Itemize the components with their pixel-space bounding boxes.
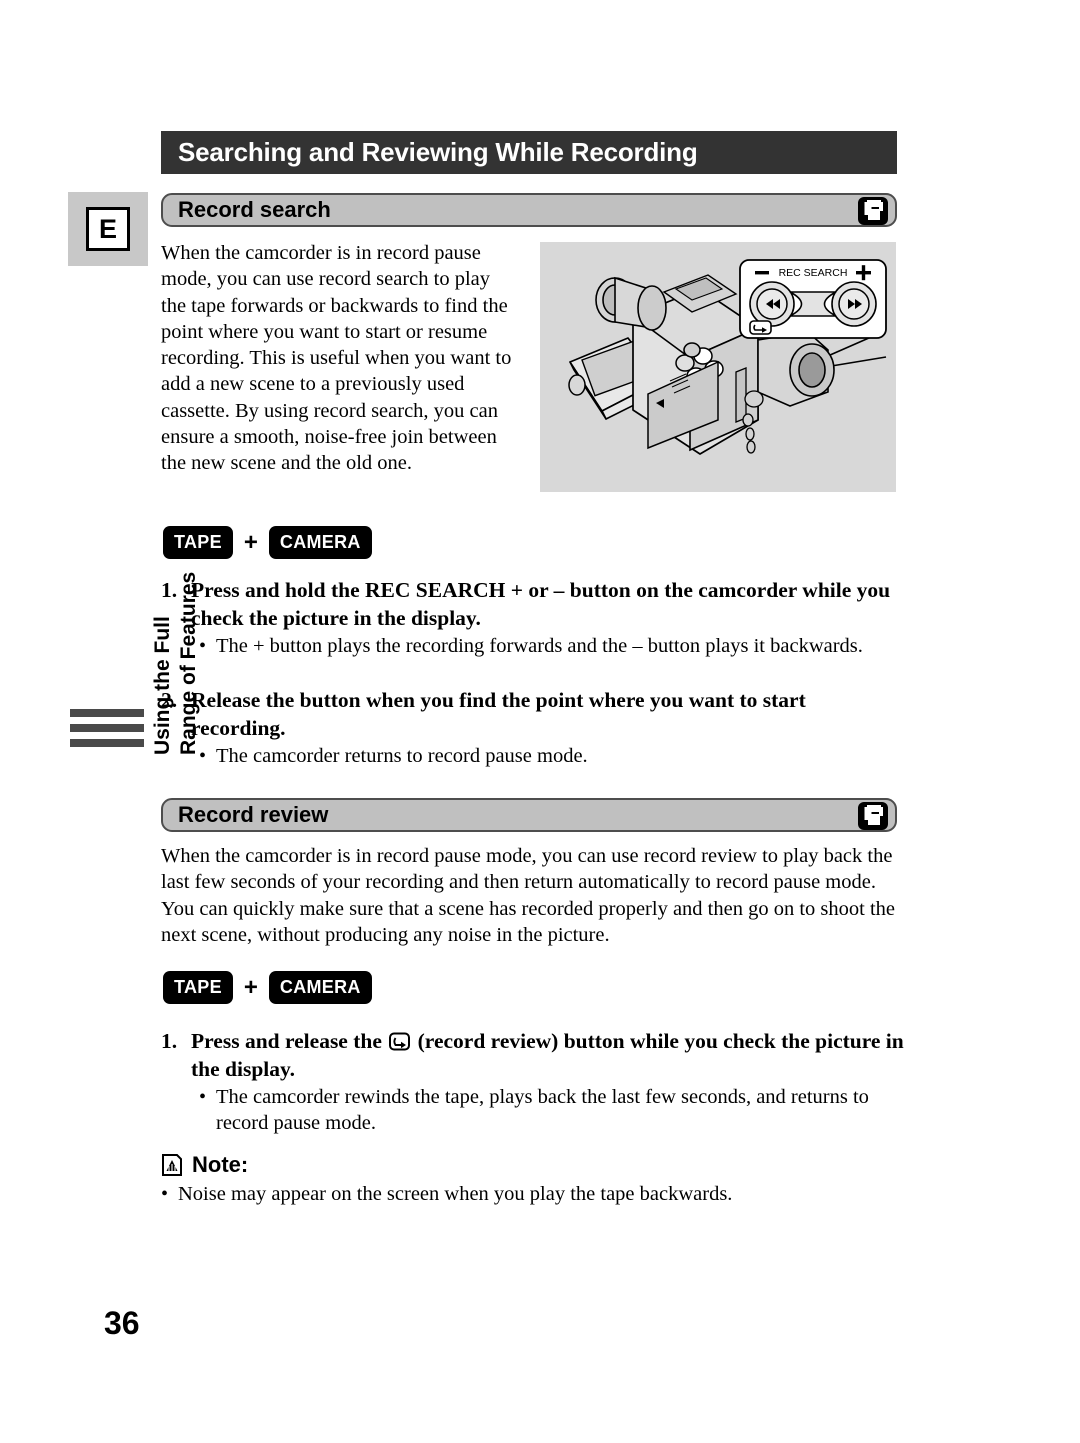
bullet-text: The camcorder rewinds the tape, plays ba…: [216, 1086, 869, 1135]
step-bullet: • The camcorder rewinds the tape, plays …: [199, 1084, 909, 1137]
step-record-search-2: 2. Release the button when you find the …: [161, 687, 897, 769]
step-instruction: Press and release the (record review) bu…: [191, 1028, 909, 1083]
chapter-sidebar-label: Using the Full Range of Features: [64, 572, 200, 985]
sidebar-rule-bars: [70, 709, 144, 754]
record-review-intro: When the camcorder is in record pause mo…: [161, 845, 896, 946]
record-review-icon: [389, 1031, 411, 1051]
step-record-search-1: 1. Press and hold the REC SEARCH + or – …: [161, 577, 897, 659]
mode-badge-camera: CAMERA: [268, 971, 372, 1004]
section-title: Record search: [178, 197, 331, 222]
rec-search-callout: REC SEARCH: [739, 259, 887, 339]
mode-plus-operator: +: [243, 973, 258, 1001]
note-label: Note:: [192, 1152, 249, 1177]
note-block: Note: • Noise may appear on the screen w…: [161, 1152, 901, 1207]
step-text-before-icon: Press and release the: [191, 1029, 388, 1053]
section-title: Record review: [178, 802, 329, 827]
sidebar-bar: [70, 739, 144, 747]
cassette-icon: [857, 196, 889, 226]
svg-text:REC SEARCH: REC SEARCH: [779, 267, 848, 279]
mode-plus-operator: +: [243, 528, 258, 556]
page-title: Searching and Reviewing While Recording: [178, 137, 698, 167]
language-tab: E: [68, 192, 148, 266]
mode-badge-camera: CAMERA: [268, 526, 372, 559]
step-instruction: Press and hold the REC SEARCH + or – but…: [191, 578, 891, 630]
step-number: 1.: [161, 1029, 178, 1053]
mode-badge-tape: TAPE: [163, 971, 233, 1004]
bullet-text: The camcorder returns to record pause mo…: [216, 745, 588, 767]
step-number: 1.: [161, 578, 178, 602]
section-header-record-search: Record search: [161, 193, 897, 227]
note-bullet: • Noise may appear on the screen when yo…: [161, 1181, 901, 1207]
page-number: 36: [104, 1305, 140, 1341]
cassette-icon: [857, 801, 889, 831]
mode-badge-tape: TAPE: [163, 526, 233, 559]
bullet-dot-icon: •: [199, 635, 207, 657]
bullet-dot-icon: •: [199, 1086, 207, 1108]
step-instruction: Release the button when you find the poi…: [191, 688, 806, 740]
bullet-text: Noise may appear on the screen when you …: [178, 1183, 733, 1205]
step-bullet: • The + button plays the recording forwa…: [199, 633, 897, 659]
page-title-band: Searching and Reviewing While Recording: [161, 131, 897, 174]
step-bullet: • The camcorder returns to record pause …: [199, 743, 897, 769]
mode-badges-record-review: TAPE + CAMERA: [163, 971, 372, 1004]
step-record-review-1: 1. Press and release the (record review)…: [161, 1028, 909, 1137]
record-search-intro: When the camcorder is in record pause mo…: [161, 242, 512, 475]
mode-badges-record-search: TAPE + CAMERA: [163, 526, 372, 559]
language-tab-label: E: [86, 207, 130, 251]
bullet-text: The + button plays the recording forward…: [216, 635, 863, 657]
bullet-dot-icon: •: [199, 745, 207, 767]
note-icon: [161, 1153, 183, 1177]
bullet-dot-icon: •: [161, 1183, 169, 1205]
sidebar-bar: [70, 724, 144, 732]
camcorder-illustration: REC SEARCH: [540, 242, 896, 492]
step-number: 2.: [161, 688, 178, 712]
section-header-record-review: Record review: [161, 798, 897, 832]
sidebar-bar: [70, 709, 144, 717]
